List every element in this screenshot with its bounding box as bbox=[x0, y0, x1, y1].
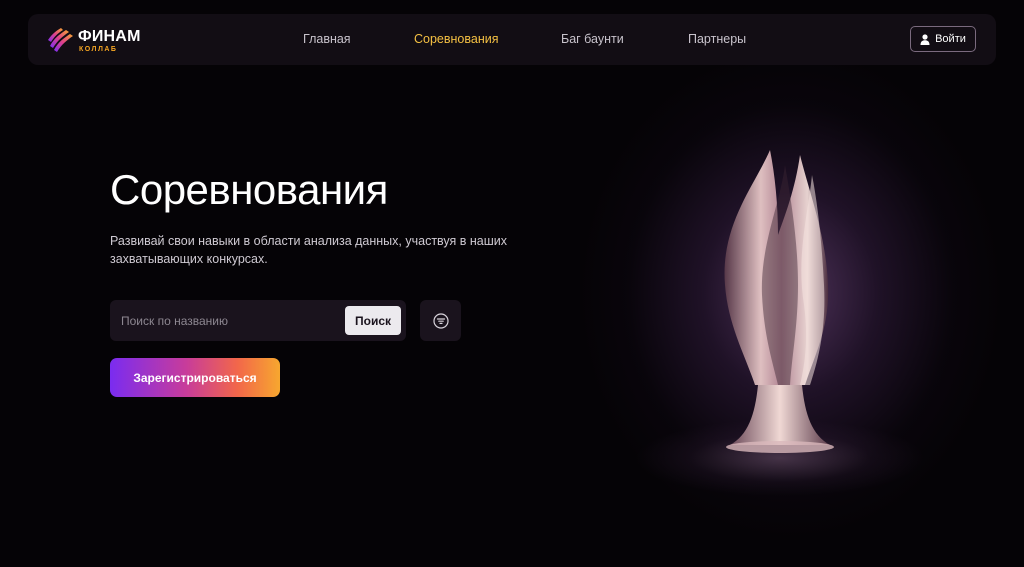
brand-name: ФИНАМ bbox=[78, 28, 141, 45]
register-button[interactable]: Зарегистрироваться bbox=[110, 358, 280, 397]
nav-item-partners[interactable]: Партнеры bbox=[688, 32, 746, 46]
search-button[interactable]: Поиск bbox=[345, 306, 401, 335]
brand-subtitle: КОЛЛАБ bbox=[79, 46, 118, 53]
nav-item-competitions[interactable]: Соревнования bbox=[414, 32, 499, 46]
user-icon bbox=[920, 33, 930, 45]
page-subtitle: Развивай свои навыки в области анализа д… bbox=[110, 234, 508, 266]
page-title: Соревнования bbox=[110, 166, 388, 213]
login-label: Войти bbox=[935, 33, 966, 45]
trophy-image bbox=[724, 150, 834, 453]
filter-button[interactable] bbox=[420, 300, 461, 341]
finam-logo-icon bbox=[48, 28, 73, 52]
nav-item-home[interactable]: Главная bbox=[303, 32, 351, 46]
logo[interactable]: ФИНАМ КОЛЛАБ bbox=[46, 26, 146, 56]
top-navbar: ФИНАМ КОЛЛАБ Главная Соревнования Баг ба… bbox=[28, 14, 996, 65]
filter-icon bbox=[432, 312, 449, 329]
search-box: Поиск bbox=[110, 300, 406, 341]
login-button[interactable]: Войти bbox=[910, 26, 976, 52]
nav-item-bug-bounty[interactable]: Баг баунти bbox=[561, 32, 624, 46]
search-input[interactable] bbox=[110, 300, 340, 341]
